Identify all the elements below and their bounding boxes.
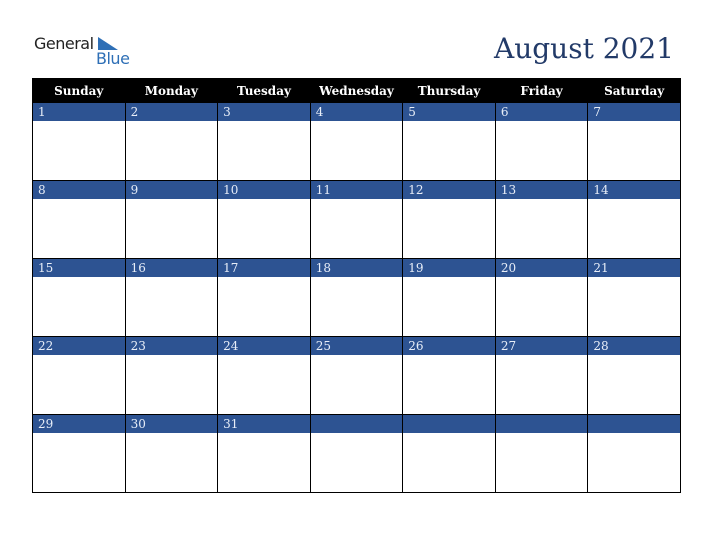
day-cell[interactable] xyxy=(494,121,589,181)
day-number: 18 xyxy=(309,258,404,277)
week-row xyxy=(32,277,681,337)
day-cell[interactable] xyxy=(124,433,219,493)
day-cell[interactable] xyxy=(32,433,126,493)
logo-text-general: General xyxy=(34,34,94,53)
day-cell[interactable] xyxy=(124,355,219,415)
day-number: 14 xyxy=(587,180,681,199)
day-number: 23 xyxy=(124,336,219,355)
day-number: 25 xyxy=(309,336,404,355)
day-cell[interactable] xyxy=(309,355,404,415)
weekday-wednesday: Wednesday xyxy=(309,78,404,103)
day-number: 17 xyxy=(217,258,311,277)
day-cell[interactable] xyxy=(587,121,681,181)
page-title: August 2021 xyxy=(494,32,674,65)
day-cell[interactable] xyxy=(587,199,681,259)
day-cell[interactable] xyxy=(124,199,219,259)
day-cell[interactable] xyxy=(587,277,681,337)
day-number: 13 xyxy=(494,180,589,199)
day-number: 12 xyxy=(402,180,496,199)
day-cell[interactable] xyxy=(32,199,126,259)
day-cell[interactable] xyxy=(494,277,589,337)
day-cell[interactable] xyxy=(124,277,219,337)
week-row xyxy=(32,355,681,415)
day-number: 31 xyxy=(217,414,311,433)
day-number xyxy=(402,414,496,433)
day-number: 1 xyxy=(32,102,126,121)
calendar-grid: Sunday Monday Tuesday Wednesday Thursday… xyxy=(32,78,681,493)
day-number: 4 xyxy=(309,102,404,121)
day-cell[interactable] xyxy=(124,121,219,181)
day-number: 26 xyxy=(402,336,496,355)
week-number-band: 1234567 xyxy=(32,102,681,121)
day-cell[interactable] xyxy=(494,433,589,493)
day-cell[interactable] xyxy=(402,277,496,337)
day-number: 9 xyxy=(124,180,219,199)
day-number: 20 xyxy=(494,258,589,277)
logo: General Blue xyxy=(34,34,130,70)
day-number: 6 xyxy=(494,102,589,121)
day-cell[interactable] xyxy=(309,121,404,181)
day-cell[interactable] xyxy=(32,277,126,337)
weekday-thursday: Thursday xyxy=(402,78,496,103)
day-number: 24 xyxy=(217,336,311,355)
day-cell[interactable] xyxy=(402,199,496,259)
day-number: 3 xyxy=(217,102,311,121)
day-number: 19 xyxy=(402,258,496,277)
week-row xyxy=(32,433,681,493)
day-cell[interactable] xyxy=(494,355,589,415)
week-number-band: 15 16 17 18 19 20 21 xyxy=(32,258,681,277)
day-cell[interactable] xyxy=(309,199,404,259)
week-number-band: 29 30 31 xyxy=(32,414,681,433)
day-cell[interactable] xyxy=(309,277,404,337)
weekday-header-row: Sunday Monday Tuesday Wednesday Thursday… xyxy=(32,78,681,103)
day-number xyxy=(309,414,404,433)
day-cell[interactable] xyxy=(217,355,311,415)
day-cell[interactable] xyxy=(402,121,496,181)
day-number: 30 xyxy=(124,414,219,433)
day-number: 5 xyxy=(402,102,496,121)
day-cell[interactable] xyxy=(587,433,681,493)
day-cell[interactable] xyxy=(217,121,311,181)
day-cell[interactable] xyxy=(309,433,404,493)
day-number xyxy=(587,414,681,433)
day-cell[interactable] xyxy=(402,433,496,493)
week-number-band: 8 9 10 11 12 13 14 xyxy=(32,180,681,199)
day-cell[interactable] xyxy=(217,199,311,259)
day-number xyxy=(494,414,589,433)
week-number-band: 22 23 24 25 26 27 28 xyxy=(32,336,681,355)
day-cell[interactable] xyxy=(494,199,589,259)
day-number: 27 xyxy=(494,336,589,355)
weekday-friday: Friday xyxy=(494,78,589,103)
calendar-body: 1 2 3 4 5 6 7 8 9 10 11 12 13 14 15 16 17 18 19 20 21 22 23 24 2… xyxy=(32,102,681,493)
day-cell[interactable] xyxy=(32,121,126,181)
day-number: 7 xyxy=(587,102,681,121)
week-row xyxy=(32,199,681,259)
day-number: 10 xyxy=(217,180,311,199)
weekday-monday: Monday xyxy=(124,78,219,103)
day-cell[interactable] xyxy=(32,355,126,415)
day-number: 16 xyxy=(124,258,219,277)
day-number: 8 xyxy=(32,180,126,199)
week-row xyxy=(32,121,681,181)
day-cell[interactable] xyxy=(587,355,681,415)
day-number: 29 xyxy=(32,414,126,433)
weekday-sunday: Sunday xyxy=(32,78,126,103)
day-cell[interactable] xyxy=(402,355,496,415)
day-number: 2 xyxy=(124,102,219,121)
day-number: 22 xyxy=(32,336,126,355)
day-cell[interactable] xyxy=(217,433,311,493)
day-number: 11 xyxy=(309,180,404,199)
weekday-saturday: Saturday xyxy=(587,78,681,103)
day-number: 21 xyxy=(587,258,681,277)
logo-text-blue: Blue xyxy=(96,49,130,68)
weekday-tuesday: Tuesday xyxy=(217,78,311,103)
day-cell[interactable] xyxy=(217,277,311,337)
day-number: 15 xyxy=(32,258,126,277)
day-number: 28 xyxy=(587,336,681,355)
